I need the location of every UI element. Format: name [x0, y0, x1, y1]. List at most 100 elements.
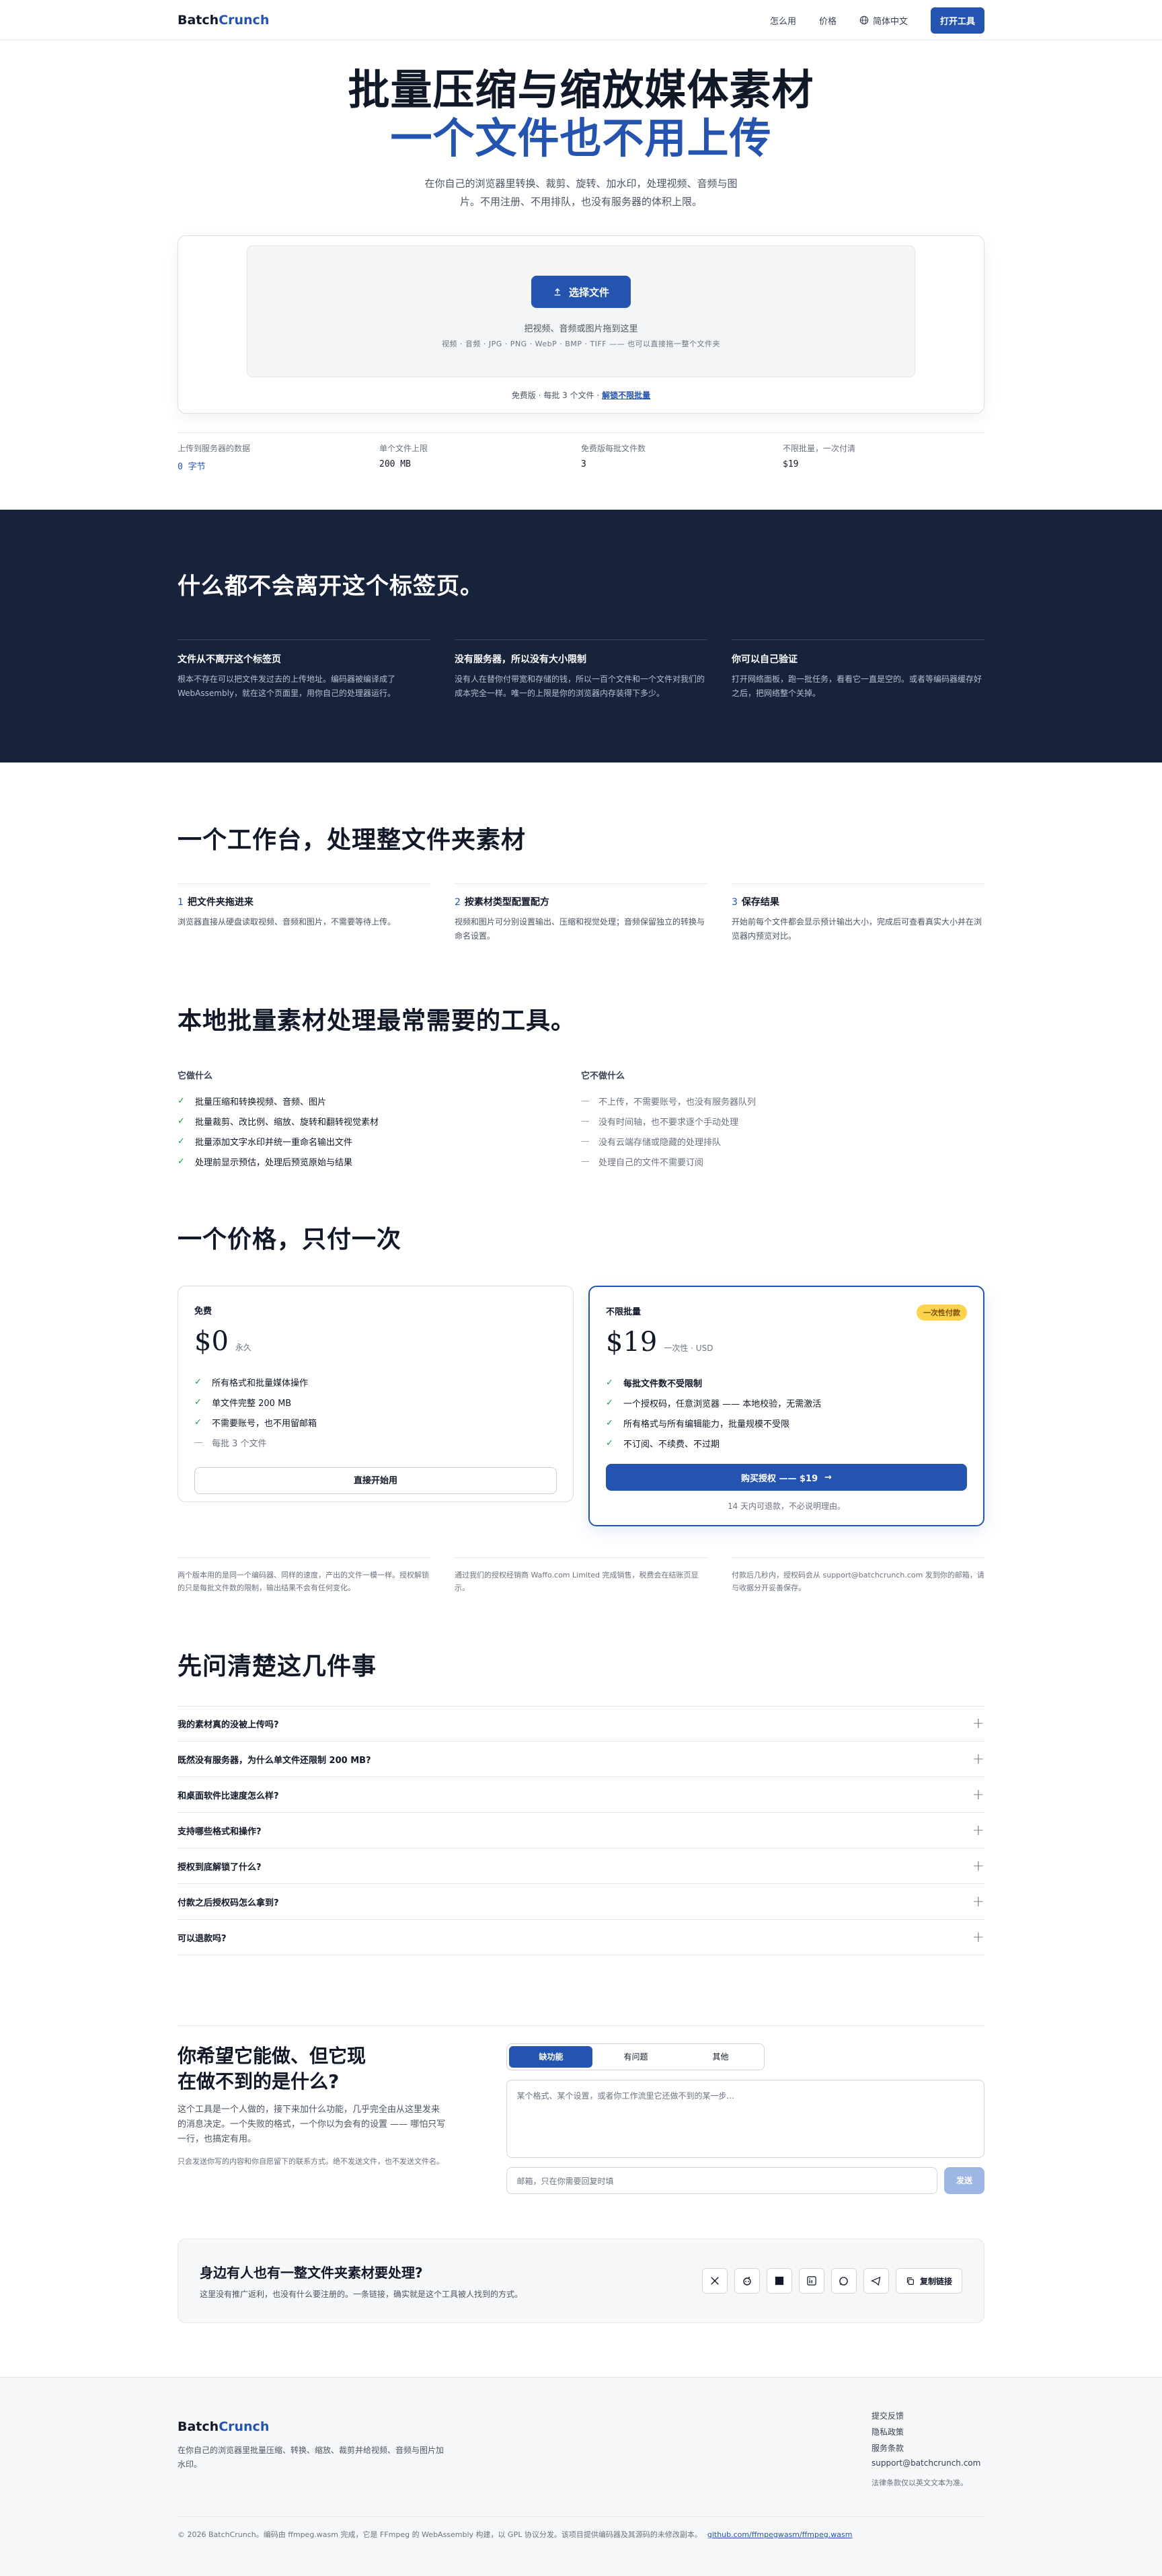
- check-icon: ✓: [194, 1397, 202, 1407]
- plan-feature: ✓ 一个授权码，任意浏览器 —— 本地校验，无需激活: [606, 1397, 822, 1409]
- check-icon: ✓: [606, 1417, 613, 1428]
- check-icon: ✓: [178, 1095, 185, 1106]
- plan-feature: — 每批 3 个文件: [194, 1437, 267, 1449]
- step-item: 3 保存结果 开始前每个文件都会显示预计输出大小，完成后可查看真实大小并在浏览器内预…: [732, 884, 984, 943]
- pricing-note: 两个版本用的是同一个编码器、同样的速度，产出的文件一模一样。授权解锁的只是每批文…: [178, 1557, 430, 1594]
- feedback-title: 你希望它能做、但它现 在做不到的是什么?: [178, 2045, 366, 2093]
- hero-subtitle: 在你自己的浏览器里转换、裁剪、旋转、加水印，处理视频、音频与图片。不用注册、不用…: [424, 178, 738, 208]
- plan-feature: ✓ 所有格式与所有编辑能力，批量规模不受限: [606, 1417, 790, 1430]
- stats-row: 上传到服务器的数据 0 字节 单个文件上限 200 MB 免费版每批文件数 3 不限批…: [178, 432, 984, 472]
- one-time-badge: 一次性付款: [917, 1304, 967, 1321]
- nav-pricing-link[interactable]: 价格: [819, 14, 837, 27]
- linkedin-share-icon[interactable]: [798, 2268, 824, 2294]
- drop-hint: 把视频、音频或图片拖到这里: [524, 324, 638, 334]
- top-nav: BatchCrunch 怎么用 价格 简体中文 打开工具: [0, 0, 1162, 40]
- pricing-note: 付款后几秒内，授权码会从 support@batchcrunch.com 发到你…: [732, 1557, 984, 1594]
- footer: BatchCrunch 在你自己的浏览器里批量压缩、转换、缩放、裁剪并给视频、音…: [0, 2377, 1162, 2576]
- footer-terms-link[interactable]: 服务条款: [872, 2442, 984, 2458]
- pricing-section: 一个价格，只付一次 免费 $0 永久 ✓ 所有格式和批量媒体操作 ✓ 单文件完整 20…: [0, 1171, 1162, 1594]
- feedback-section: 你希望它能做、但它现 在做不到的是什么? 这个工具是一个人做的，接下来加什么功能，…: [178, 2025, 984, 2194]
- tools-title: 本地批量素材处理最常需要的工具。: [178, 1007, 576, 1035]
- feedback-type-tabs: 缺功能 有问题 其他: [506, 2043, 765, 2070]
- doesnt-list: 它不做什么 — 不上传，不需要账号，也没有服务器队列 — 没有时间轴，也不要求逐个手…: [581, 1068, 984, 1171]
- faq-item[interactable]: 可以退款吗? +: [178, 1920, 984, 1955]
- telegram-share-icon[interactable]: [863, 2268, 889, 2294]
- list-item: ✓ 处理前显示预估，处理后预览原始与结果: [178, 1156, 353, 1168]
- privacy-section: 什么都不会离开这个标签页。 文件从不离开这个标签页 根本不存在可以把文件发过去的上…: [0, 510, 1162, 763]
- step-item: 2 按素材类型配置配方 视频和图片可分别设置输出、压缩和视觉处理；音频保留独立的转换…: [455, 884, 707, 943]
- refund-note: 14 天内可退款，不必说明理由。: [727, 1501, 846, 1511]
- faq-item[interactable]: 和桌面软件比速度怎么样? +: [178, 1777, 984, 1813]
- faq-item[interactable]: 既然没有服务器，为什么单文件还限制 200 MB? +: [178, 1742, 984, 1777]
- upload-card: 选择文件 把视频、音频或图片拖到这里 视频 · 音频 · JPG · PNG ·…: [178, 235, 984, 414]
- faq-title: 先问清楚这几件事: [178, 1653, 377, 1680]
- drop-zone[interactable]: 选择文件 把视频、音频或图片拖到这里 视频 · 音频 · JPG · PNG ·…: [247, 245, 915, 377]
- feedback-textarea[interactable]: 某个格式、某个设置，或者你工作流里它还做不到的某一步...: [506, 2080, 984, 2158]
- plus-icon: +: [972, 1822, 984, 1839]
- footer-copyright: © 2026 BatchCrunch。编码由 ffmpeg.wasm 完成，它是…: [178, 2516, 984, 2540]
- list-item: — 没有时间轴，也不要求逐个手动处理: [581, 1116, 739, 1128]
- dash-icon: —: [581, 1116, 590, 1126]
- start-free-button[interactable]: 直接开始用: [194, 1467, 557, 1494]
- email-field[interactable]: 邮箱，只在你需要回复时填: [506, 2167, 937, 2194]
- faq-item[interactable]: 我的素材真的没被上传吗? +: [178, 1706, 984, 1742]
- plus-icon: +: [972, 1857, 984, 1875]
- list-item: — 没有云端存储或隐藏的处理排队: [581, 1136, 722, 1148]
- dash-icon: —: [581, 1156, 590, 1167]
- tab-other[interactable]: 其他: [679, 2046, 762, 2068]
- reddit-share-icon[interactable]: [734, 2268, 760, 2294]
- footer-email-link[interactable]: support@batchcrunch.com: [872, 2458, 984, 2474]
- free-tier-note: 免费版 · 每批 3 个文件 · 解锁不限批量: [511, 391, 651, 400]
- hero-title: 批量压缩与缩放媒体素材 一个文件也不用上传: [348, 65, 814, 163]
- plus-icon: +: [972, 1893, 984, 1910]
- globe-icon: [859, 15, 869, 25]
- brand-logo[interactable]: BatchCrunch: [178, 13, 269, 28]
- faq-item[interactable]: 付款之后授权码怎么拿到? +: [178, 1884, 984, 1920]
- plan-feature: ✓ 不需要账号，也不用留邮箱: [194, 1417, 317, 1429]
- list-item: — 处理自己的文件不需要订阅: [581, 1156, 704, 1168]
- footer-privacy-link[interactable]: 隐私政策: [872, 2426, 984, 2442]
- plan-feature: ✓ 每批文件数不受限制: [606, 1377, 703, 1389]
- share-title: 身边有人也有一整文件夹素材要处理?: [200, 2265, 423, 2281]
- privacy-point: 文件从不离开这个标签页 根本不存在可以把文件发过去的上传地址。编码器被编译成了 W…: [178, 639, 430, 701]
- workbench-title: 一个工作台，处理整文件夹素材: [178, 826, 527, 854]
- faq-item[interactable]: 授权到底解锁了什么? +: [178, 1848, 984, 1884]
- send-button[interactable]: 发送: [944, 2167, 984, 2194]
- buy-license-button[interactable]: 购买授权 —— $19 →: [606, 1464, 967, 1491]
- check-icon: ✓: [194, 1417, 202, 1428]
- plan-feature: ✓ 不订阅、不续费、不过期: [606, 1438, 720, 1450]
- list-item: ✓ 批量裁剪、改比例、缩放、旋转和翻转视觉素材: [178, 1116, 379, 1128]
- tab-problem[interactable]: 有问题: [594, 2046, 677, 2068]
- dash-icon: —: [581, 1095, 590, 1106]
- pro-plan-card: 不限批量 一次性付款 $19 一次性 · USD ✓ 每批文件数不受限制 ✓ 一个授权…: [588, 1286, 984, 1526]
- check-icon: ✓: [194, 1376, 202, 1387]
- unlock-link[interactable]: 解锁不限批量: [602, 391, 650, 400]
- tab-missing-feature[interactable]: 缺功能: [509, 2046, 593, 2068]
- copy-icon: [906, 2277, 914, 2285]
- plus-icon: +: [972, 1928, 984, 1946]
- plus-icon: +: [972, 1715, 984, 1732]
- pro-price: $19: [606, 1327, 658, 1358]
- privacy-title: 什么都不会离开这个标签页。: [178, 573, 483, 600]
- x-share-icon[interactable]: [701, 2268, 728, 2294]
- nav-how-link[interactable]: 怎么用: [770, 14, 796, 27]
- hackernews-share-icon[interactable]: [766, 2268, 792, 2294]
- faq-item[interactable]: 支持哪些格式和操作? +: [178, 1813, 984, 1848]
- choose-files-button[interactable]: 选择文件: [531, 276, 631, 308]
- check-icon: ✓: [606, 1397, 613, 1408]
- open-tool-button[interactable]: 打开工具: [930, 7, 984, 34]
- list-item: ✓ 批量压缩和转换视频、音频、图片: [178, 1095, 327, 1107]
- stat-item: 上传到服务器的数据 0 字节: [178, 444, 251, 472]
- ffmpeg-repo-link[interactable]: github.com/ffmpegwasm/ffmpeg.wasm: [707, 2530, 853, 2539]
- list-item: — 不上传，不需要账号，也没有服务器队列: [581, 1095, 757, 1107]
- plus-icon: +: [972, 1786, 984, 1803]
- language-switcher[interactable]: 简体中文: [859, 14, 908, 27]
- whatsapp-share-icon[interactable]: [830, 2268, 857, 2294]
- free-price: $0: [194, 1326, 229, 1357]
- tools-section: 本地批量素材处理最常需要的工具。 它做什么 ✓ 批量压缩和转换视频、音频、图片 ✓…: [0, 943, 1162, 1171]
- free-plan-card: 免费 $0 永久 ✓ 所有格式和批量媒体操作 ✓ 单文件完整 200 MB ✓ 不需要账…: [178, 1286, 574, 1502]
- footer-feedback-link[interactable]: 提交反馈: [872, 2410, 984, 2426]
- footer-brand-logo[interactable]: BatchCrunch: [178, 2419, 447, 2434]
- copy-link-button[interactable]: 复制链接: [895, 2268, 962, 2294]
- check-icon: ✓: [606, 1438, 613, 1448]
